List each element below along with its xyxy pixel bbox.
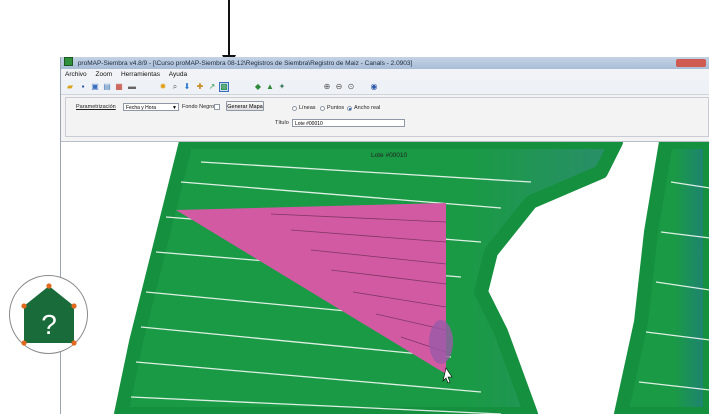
radio-ancho-real-label: Ancho real [354, 105, 381, 111]
menu-ayuda[interactable]: Ayuda [169, 71, 187, 78]
open-folder-icon[interactable]: ▰ [66, 83, 74, 91]
menu-archivo[interactable]: Archivo [65, 71, 87, 78]
layer-icon[interactable]: ◆ [254, 83, 262, 91]
parameters-group: Parametrización Fecha y Hora ▼ Fondo Neg… [65, 97, 709, 137]
chart-icon[interactable]: ↗ [208, 83, 216, 91]
help-question-mark: ? [41, 309, 57, 340]
window-title: proMAP-Siembra v4.8/9 - [\Curso proMAP-S… [77, 60, 413, 67]
title-bar: proMAP-Siembra v4.8/9 - [\Curso proMAP-S… [61, 57, 709, 69]
fondo-negro-label: Fondo Negro [182, 104, 215, 110]
layer-up-icon[interactable]: ▲ [266, 83, 274, 91]
search-icon[interactable]: ⌕ [171, 83, 179, 91]
app-window: proMAP-Siembra v4.8/9 - [\Curso proMAP-S… [60, 57, 709, 414]
menu-zoom[interactable]: Zoom [96, 71, 113, 78]
parameters-panel: Parametrización Fecha y Hora ▼ Fondo Neg… [61, 95, 709, 142]
settings-icon[interactable]: ✹ [159, 83, 167, 91]
parametrizacion-select[interactable]: Fecha y Hora ▼ [123, 103, 179, 111]
radio-puntos-label: Puntos [327, 105, 345, 111]
chevron-down-icon: ▼ [172, 105, 177, 111]
window-controls[interactable] [676, 59, 706, 67]
help-badge[interactable]: ? [9, 275, 88, 354]
overlap-mark [429, 320, 453, 364]
parametrizacion-label: Parametrización [76, 104, 116, 110]
globe-icon[interactable]: ◉ [370, 83, 378, 91]
save-icon[interactable]: ▪ [79, 83, 87, 91]
radio-lineas-label: Líneas [299, 105, 316, 111]
zoom-out-icon[interactable]: ⊖ [335, 83, 343, 91]
radio-ancho-real[interactable] [347, 106, 352, 111]
print-icon[interactable]: ▬ [128, 83, 136, 91]
titulo-label: Título [275, 120, 289, 126]
radio-lineas[interactable] [292, 106, 297, 111]
export-icon[interactable]: ▣ [91, 83, 99, 91]
app-icon [64, 57, 73, 66]
tool-icon[interactable]: ✚ [196, 83, 204, 91]
filter-icon[interactable]: ⬇ [183, 83, 191, 91]
field-region-right [614, 142, 709, 414]
toolbar: ▰ ▪ ▣ ▤ ▦ ▬ ✹ ⌕ ⬇ ✚ ↗ ▩ ◆ ▲ ✦ ⊕ ⊖ ⊙ ◉ [61, 80, 709, 95]
map-canvas[interactable]: Lote #00010 [61, 142, 709, 414]
generar-mapa-button[interactable]: Generar Mapa [226, 101, 264, 111]
parametrizacion-value: Fecha y Hora [126, 105, 157, 111]
zoom-in-icon[interactable]: ⊕ [323, 83, 331, 91]
map-graphic [114, 142, 709, 414]
titulo-input[interactable]: Lote #00010 [292, 119, 405, 127]
annotation-arrow-line [228, 0, 230, 58]
map-title-label: Lote #00010 [371, 152, 408, 159]
layer-edit-icon[interactable]: ✦ [278, 83, 286, 91]
fondo-negro-checkbox[interactable] [214, 104, 220, 110]
menu-herramientas[interactable]: Herramientas [121, 71, 160, 78]
copy-icon[interactable]: ▤ [103, 83, 111, 91]
zoom-fit-icon[interactable]: ⊙ [347, 83, 355, 91]
radio-puntos[interactable] [320, 106, 325, 111]
help-house-icon: ? [21, 283, 77, 346]
generate-map-icon[interactable]: ▩ [219, 82, 229, 92]
report-icon[interactable]: ▦ [115, 83, 123, 91]
